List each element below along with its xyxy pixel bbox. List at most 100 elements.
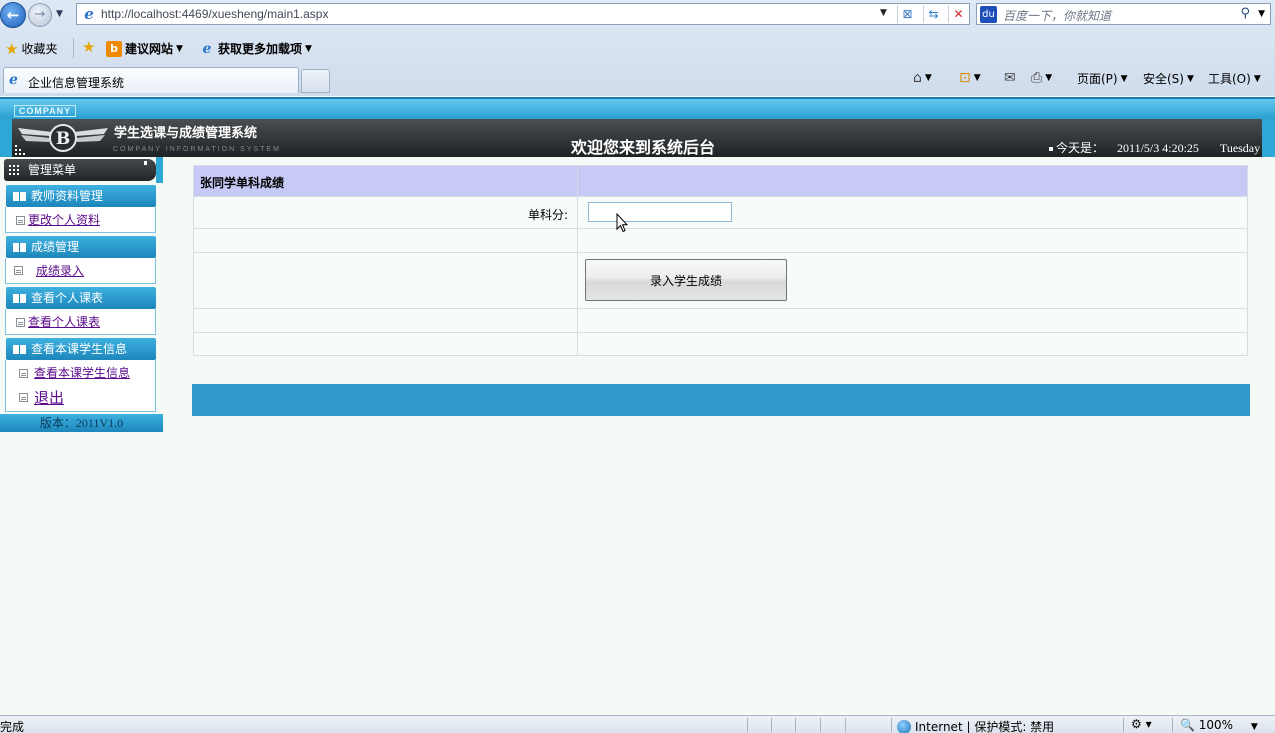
zoom-control[interactable]: 🔍 100% ▼: [1180, 718, 1258, 732]
mail-icon: ✉: [1004, 70, 1016, 86]
menu-grid-icon: [9, 165, 19, 175]
tools-menu[interactable]: 工具(O) ▼: [1208, 70, 1261, 87]
doc-icon: [16, 318, 25, 327]
chevron-down-icon: ▼: [924, 73, 932, 83]
safety-menu-label: 安全(S): [1143, 72, 1184, 86]
section-body: 更改个人资料: [5, 207, 156, 233]
doc-icon: [14, 266, 23, 275]
doc-icon: [19, 393, 28, 402]
search-dropdown-icon[interactable]: ▼: [1258, 9, 1265, 19]
address-dropdown-icon[interactable]: ▼: [880, 8, 887, 18]
bentley-logo-icon: B: [18, 124, 108, 152]
more-addons-button[interactable]: e 获取更多加载项 ▼: [199, 40, 312, 57]
print-button[interactable]: ⎙ ▼: [1031, 70, 1052, 86]
chevron-down-icon: ▼: [1250, 722, 1258, 732]
welcome-heading: 欢迎您来到系统后台: [571, 138, 716, 157]
sidebar-title-label: 管理菜单: [28, 163, 77, 177]
chevron-down-icon: ▼: [973, 73, 981, 83]
chevron-down-icon: ▼: [305, 43, 312, 54]
form-title: 张同学单科成绩: [200, 176, 285, 190]
status-divider: [1172, 718, 1173, 732]
navigation-bar: ← → ▼ e http://localhost:4469/xuesheng/m…: [0, 0, 1275, 32]
book-icon: [13, 294, 26, 303]
suggested-sites-button[interactable]: b 建议网站 ▼: [106, 40, 183, 57]
status-divider: [820, 718, 821, 732]
refresh-icon[interactable]: ⇆: [923, 5, 943, 23]
section-title: 查看个人课表: [31, 291, 104, 305]
printer-icon: ⎙: [1031, 70, 1043, 86]
date-display: 今天是： 2011/5/3 4:20:25 Tuesday: [1049, 139, 1260, 156]
page-menu[interactable]: 页面(P) ▼: [1077, 70, 1128, 87]
favorites-button[interactable]: ★ 收藏夹: [5, 40, 57, 57]
form-row-empty: [194, 229, 1247, 253]
tab-active[interactable]: e 企业信息管理系统: [3, 67, 299, 93]
popup-settings-icon[interactable]: ⚙ ▾: [1131, 717, 1152, 731]
status-divider: [747, 718, 748, 732]
forward-button[interactable]: →: [28, 3, 52, 27]
search-placeholder: 百度一下，你就知道: [1003, 9, 1112, 23]
feeds-button[interactable]: ⊡ ▼: [959, 70, 981, 86]
address-url[interactable]: http://localhost:4469/xuesheng/main1.asp…: [101, 7, 328, 21]
book-icon: [13, 243, 26, 252]
sidebar-item-view-students[interactable]: 查看本课学生信息: [34, 364, 130, 381]
sidebar-item-edit-profile[interactable]: 更改个人资料: [28, 211, 100, 228]
security-zone[interactable]: Internet | 保护模式: 禁用: [897, 718, 1054, 733]
book-icon: [13, 345, 26, 354]
status-divider: [845, 718, 846, 732]
sidebar-section-schedule[interactable]: 查看个人课表: [6, 287, 156, 309]
history-dropdown-icon[interactable]: ▼: [56, 9, 63, 19]
company-tag: COMPANY: [14, 105, 76, 117]
sidebar-section-grades[interactable]: 成绩管理: [6, 236, 156, 258]
form-row-empty: [194, 333, 1247, 355]
status-text: 完成: [0, 720, 25, 733]
zoom-level: 100%: [1198, 718, 1234, 732]
page-menu-label: 页面(P): [1077, 72, 1118, 86]
mail-button[interactable]: ✉: [1004, 70, 1016, 86]
section-body: 查看本课学生信息 退出: [5, 360, 156, 412]
sidebar-section-teacher-info[interactable]: 教师资料管理: [6, 185, 156, 207]
system-title: 学生选课与成绩管理系统: [114, 126, 258, 141]
safety-menu[interactable]: 安全(S) ▼: [1143, 70, 1194, 87]
tab-bar: e 企业信息管理系统 ⌂ ▼ ⊡ ▼ ✉ ⎙ ▼ 页面(P) ▼ 安全(S) ▼ 工具(O…: [0, 64, 1275, 96]
status-divider: [1123, 718, 1124, 732]
more-addons-label: 获取更多加载项: [218, 42, 303, 56]
chevron-down-icon: ▼: [176, 43, 183, 54]
book-icon: [13, 192, 26, 201]
home-button[interactable]: ⌂ ▼: [913, 70, 932, 86]
header-top-band: [0, 97, 1275, 119]
address-bar[interactable]: e http://localhost:4469/xuesheng/main1.a…: [76, 3, 970, 25]
section-title: 教师资料管理: [31, 189, 104, 203]
section-body: 成绩录入: [5, 258, 156, 284]
tab-title: 企业信息管理系统: [28, 76, 125, 90]
svg-text:B: B: [56, 129, 70, 149]
back-button[interactable]: ←: [0, 2, 26, 28]
submit-score-button[interactable]: 录入学生成绩: [585, 259, 787, 301]
score-input[interactable]: [588, 202, 732, 222]
zoom-icon: 🔍: [1180, 718, 1195, 732]
add-favorite-button[interactable]: ★: [82, 40, 95, 55]
globe-icon: [897, 719, 911, 733]
stop-icon[interactable]: ✕: [948, 5, 968, 23]
status-bar: 完成 Internet | 保护模式: 禁用 ⚙ ▾ 🔍 100% ▼: [0, 715, 1275, 733]
search-icon[interactable]: ⚲: [1240, 6, 1250, 21]
today-label: 今天是：: [1056, 141, 1105, 155]
current-weekday: Tuesday: [1219, 141, 1261, 155]
form-row-empty: [194, 309, 1247, 333]
compatibility-view-icon[interactable]: ⊠: [897, 5, 917, 23]
new-tab-button[interactable]: [301, 69, 330, 93]
ie-icon: e: [202, 40, 212, 57]
score-entry-form: 张同学单科成绩 单科分: 录入学生成绩: [193, 165, 1248, 356]
sidebar-item-grade-entry[interactable]: 成绩录入: [36, 262, 84, 279]
search-box[interactable]: du 百度一下，你就知道 ⚲ ▼: [976, 3, 1271, 25]
sidebar-item-view-schedule[interactable]: 查看个人课表: [28, 313, 100, 330]
sidebar-menu-title: 管理菜单: [4, 159, 156, 181]
chevron-down-icon: ▼: [1253, 73, 1261, 84]
favorites-bar: ★ 收藏夹 ★ b 建议网站 ▼ e 获取更多加载项 ▼: [0, 34, 1275, 62]
sidebar-accent-strip: [156, 157, 163, 183]
title-notch: [144, 161, 147, 165]
sidebar-section-students[interactable]: 查看本课学生信息: [6, 338, 156, 360]
doc-icon: [16, 216, 25, 225]
sidebar-item-logout[interactable]: 退出: [34, 387, 64, 408]
rss-icon: ⊡: [959, 70, 971, 86]
browser-chrome: ← → ▼ e http://localhost:4469/xuesheng/m…: [0, 0, 1275, 96]
